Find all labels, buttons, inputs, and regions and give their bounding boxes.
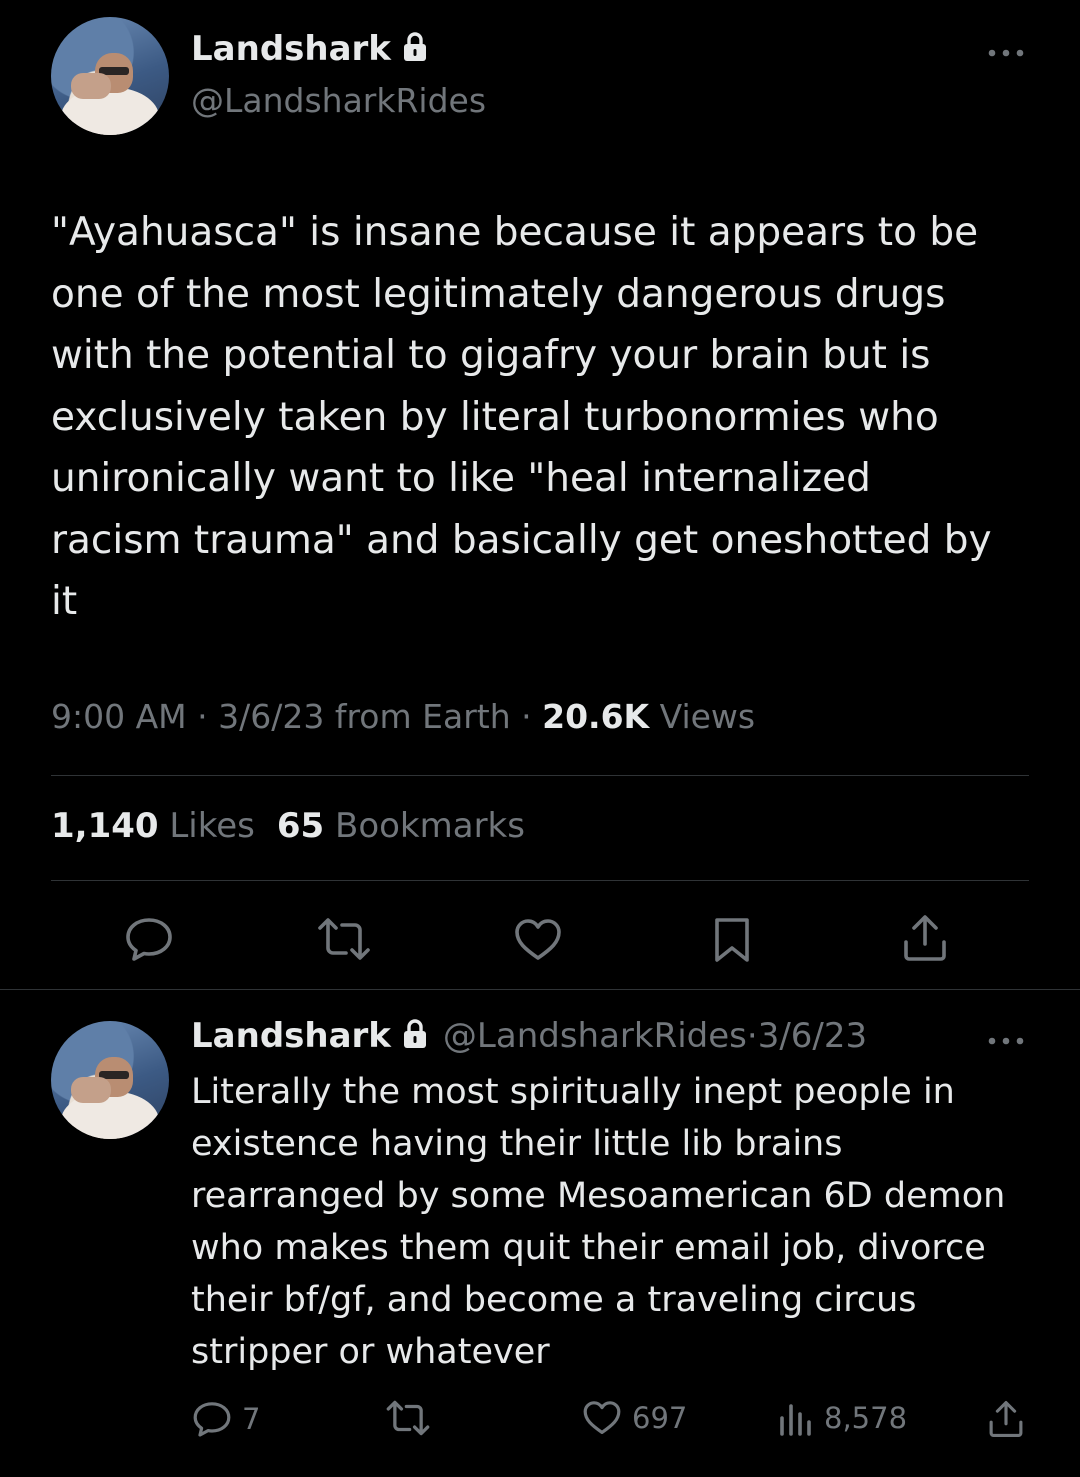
lock-icon bbox=[401, 1018, 429, 1058]
divider bbox=[51, 775, 1029, 776]
reply-count: 7 bbox=[242, 1402, 261, 1436]
bookmarks-label: Bookmarks bbox=[324, 806, 525, 846]
bookmark-icon[interactable] bbox=[712, 916, 752, 968]
divider bbox=[51, 880, 1029, 881]
views-button[interactable]: 8,578 bbox=[778, 1400, 907, 1436]
tweet-text: "Ayahuasca" is insane because it appears… bbox=[51, 202, 1041, 633]
retweet-icon bbox=[386, 1400, 430, 1436]
meta-separator: · bbox=[746, 1016, 758, 1056]
tweet-text-line: racism trauma" and basically get oneshot… bbox=[51, 517, 992, 563]
tweet-thread-page: Landshark @LandsharkRides "Ayahuasca" is… bbox=[0, 0, 1080, 1477]
like-button[interactable]: 697 bbox=[582, 1400, 687, 1436]
author-handle[interactable]: @LandsharkRides bbox=[191, 81, 486, 120]
avatar[interactable] bbox=[51, 17, 169, 135]
reply-header: Landshark @LandsharkRides·3/6/23 bbox=[191, 1016, 867, 1058]
like-count: 697 bbox=[632, 1401, 688, 1435]
tweet-text-line: one of the most legitimately dangerous d… bbox=[51, 271, 946, 317]
divider bbox=[0, 989, 1080, 990]
tweet-text-line: it bbox=[51, 579, 78, 624]
reply-text-line: stripper or whatever bbox=[191, 1332, 550, 1372]
reply-text-line: rearranged by some Mesoamerican 6D demon bbox=[191, 1176, 1006, 1216]
like-icon[interactable] bbox=[513, 918, 563, 966]
tweet-source: from Earth bbox=[324, 697, 511, 736]
more-icon[interactable] bbox=[986, 44, 1026, 63]
tweet-meta: 9:00 AM · 3/6/23 from Earth · 20.6K View… bbox=[51, 697, 755, 736]
views-count[interactable]: 20.6K bbox=[542, 697, 649, 736]
avatar[interactable] bbox=[51, 1021, 169, 1139]
tweet-date[interactable]: 3/6/23 bbox=[758, 1016, 867, 1056]
like-icon bbox=[583, 1401, 621, 1434]
reply-text-line: their bf/gf, and become a traveling circ… bbox=[191, 1280, 917, 1320]
reply-text-line: who makes them quit their email job, div… bbox=[191, 1228, 986, 1268]
author-name-row[interactable]: Landshark bbox=[191, 29, 429, 71]
tweet-text-line: with the potential to gigafry your brain… bbox=[51, 333, 931, 378]
tweet-text-line: exclusively taken by literal turbonormie… bbox=[51, 394, 939, 440]
views-label: Views bbox=[649, 697, 756, 736]
share-icon[interactable] bbox=[902, 914, 948, 966]
author-handle[interactable]: @LandsharkRides bbox=[443, 1016, 747, 1056]
meta-separator: · bbox=[186, 697, 219, 736]
reply-text-line: Literally the most spiritually inept peo… bbox=[191, 1072, 955, 1112]
tweet-text-line: unironically want to like "heal internal… bbox=[51, 456, 871, 501]
tweet-text-line: "Ayahuasca" is insane because it appears… bbox=[51, 210, 979, 255]
bookmarks-stat[interactable]: 65 Bookmarks bbox=[277, 806, 525, 846]
retweet-icon[interactable] bbox=[316, 918, 372, 964]
tweet-time[interactable]: 9:00 AM bbox=[51, 697, 187, 736]
share-button[interactable] bbox=[988, 1400, 1034, 1438]
author-name[interactable]: Landshark bbox=[191, 29, 391, 69]
author-name[interactable]: Landshark bbox=[191, 1016, 391, 1056]
engagement-stats: 1,140 Likes 65 Bookmarks bbox=[51, 806, 525, 846]
reply-text: Literally the most spiritually inept peo… bbox=[191, 1066, 1051, 1378]
bookmarks-count: 65 bbox=[276, 806, 325, 846]
reply-button[interactable]: 7 bbox=[192, 1400, 260, 1438]
reply-text-line: existence having their little lib brains bbox=[191, 1124, 843, 1164]
likes-count: 1,140 bbox=[51, 806, 159, 846]
lock-icon bbox=[401, 31, 429, 71]
tweet-date[interactable]: 3/6/23 bbox=[218, 697, 324, 736]
meta-separator: · bbox=[510, 697, 543, 736]
share-icon bbox=[989, 1401, 1023, 1437]
views-icon bbox=[780, 1404, 811, 1436]
reply-icon bbox=[193, 1402, 231, 1437]
likes-stat[interactable]: 1,140 Likes bbox=[51, 806, 255, 846]
views-count: 8,578 bbox=[824, 1401, 908, 1435]
retweet-button[interactable] bbox=[385, 1400, 441, 1436]
more-icon[interactable] bbox=[986, 1032, 1026, 1051]
likes-label: Likes bbox=[158, 806, 255, 846]
reply-icon[interactable] bbox=[124, 916, 174, 966]
